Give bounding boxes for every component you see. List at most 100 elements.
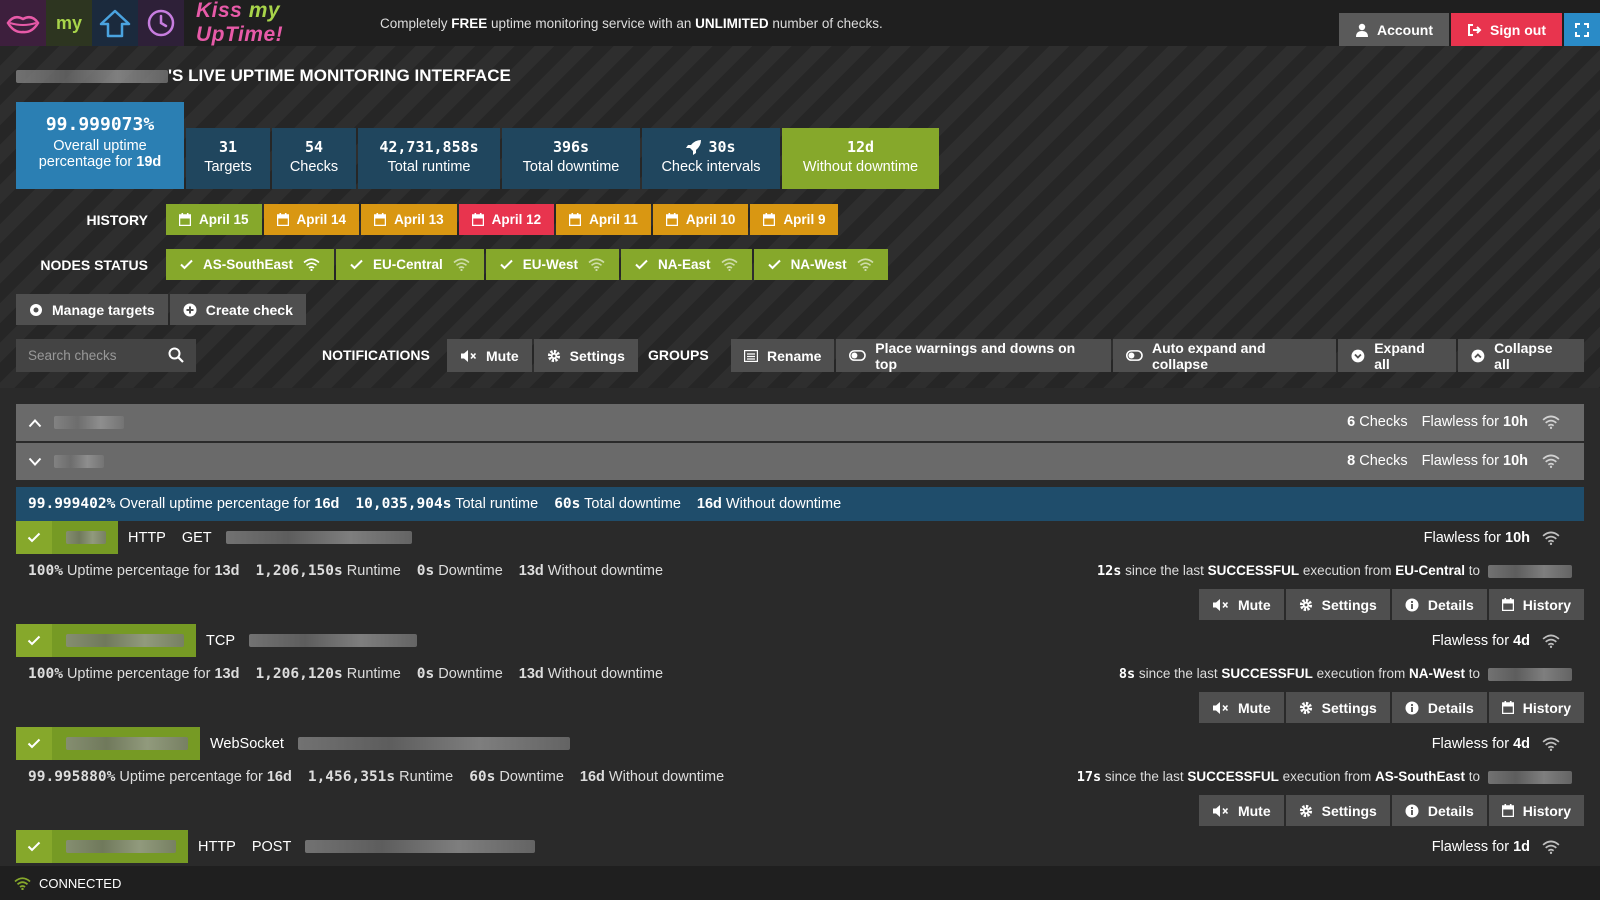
my-logo-icon[interactable]: my [46, 0, 92, 46]
clock-icon[interactable] [138, 0, 184, 46]
exec-text: 12s since the last SUCCESSFUL execution … [1097, 563, 1480, 579]
check-uptime-label: Uptime percentage for [62, 666, 215, 682]
redacted-group-name [54, 416, 124, 429]
signout-button[interactable]: Sign out [1451, 13, 1562, 46]
check-settings-button[interactable]: Settings [1285, 589, 1390, 620]
check-downtime-value: 0s [416, 563, 435, 579]
check-downtime: 0s Downtime [417, 666, 503, 682]
check-header: HTTP POST [16, 830, 536, 863]
history-day-button[interactable]: April 13 [361, 204, 457, 235]
warnings-on-top-toggle[interactable]: Place warnings and downs on top [836, 339, 1112, 372]
exec-text-2: execution from [1278, 769, 1375, 784]
check-mute-button[interactable]: Mute [1198, 692, 1284, 723]
gear-icon [1299, 598, 1312, 611]
node-status-button[interactable]: AS-SouthEast [166, 249, 335, 280]
check-row: WebSocket Flawless for 4d 99.995880% Upt… [16, 727, 1584, 828]
check-protocol: HTTP [198, 838, 236, 855]
check-uptime-value: 100% [28, 563, 63, 579]
calendar-icon [569, 213, 582, 226]
notification-settings-button[interactable]: Settings [533, 339, 638, 372]
check-name[interactable] [52, 830, 188, 863]
top-actions: Account Sign out [1339, 13, 1600, 46]
check-history-button[interactable]: History [1488, 589, 1584, 620]
node-status-button[interactable]: EU-West [485, 249, 620, 280]
history-day-button[interactable]: April 10 [652, 204, 749, 235]
check-downtime-label: Downtime [434, 563, 503, 579]
expand-all-button[interactable]: Expand all [1338, 339, 1457, 372]
group-header[interactable]: 6 Checks Flawless for 10h [16, 404, 1584, 441]
stat-without-downtime: 12d Without downtime [782, 128, 939, 189]
check-details-label: Details [1427, 802, 1474, 819]
rename-group-button[interactable]: Rename [731, 339, 835, 372]
wifi-icon [453, 258, 470, 271]
check-last-execution: 8s since the last SUCCESSFUL execution f… [1119, 666, 1572, 682]
auto-expand-label: Auto expand and collapse [1151, 339, 1266, 372]
group-checks-count-label: Checks [1359, 414, 1408, 430]
history-day-button[interactable]: April 14 [263, 204, 360, 235]
check-settings-button[interactable]: Settings [1285, 692, 1390, 723]
lips-logo-icon[interactable] [0, 0, 46, 46]
brand-my: my [248, 0, 281, 22]
check-history-button[interactable]: History [1488, 795, 1584, 826]
mute-notifications-button[interactable]: Mute [447, 339, 532, 372]
group-summary-right: 8 Checks Flawless for 10h [1347, 453, 1560, 469]
account-button[interactable]: Account [1339, 13, 1449, 46]
check-details-button[interactable]: Details [1391, 795, 1487, 826]
node-status-button[interactable]: EU-Central [336, 249, 484, 280]
brand-logo[interactable]: Kiss my UpTime! [196, 0, 366, 47]
exec-text-3: to [1464, 563, 1480, 578]
check-name[interactable] [52, 727, 200, 760]
check-name[interactable] [52, 521, 118, 554]
stat-value: 99.999073% [45, 114, 155, 135]
nodes-status: AS-SouthEast EU-Central EU-West NA-East … [166, 249, 888, 280]
history-day-button[interactable]: April 12 [458, 204, 555, 235]
check-mute-button[interactable]: Mute [1198, 589, 1284, 620]
check-header: TCP [16, 624, 417, 657]
collapse-all-button[interactable]: Collapse all [1458, 339, 1584, 372]
check-name[interactable] [52, 624, 196, 657]
check-history-button[interactable]: History [1488, 692, 1584, 723]
create-check-button[interactable]: Create check [169, 294, 306, 325]
history-day-button[interactable]: April 15 [166, 204, 262, 235]
group-checks-count-value: 8 [1347, 453, 1356, 469]
group-downtime-value: 60s [554, 496, 581, 512]
check-downtime: 60s Downtime [469, 769, 564, 785]
redacted-check-url [305, 840, 536, 853]
node-status-button[interactable]: NA-East [621, 249, 752, 280]
node-status-button[interactable]: NA-West [753, 249, 888, 280]
node-label: NA-East [658, 257, 711, 272]
search-placeholder: Search checks [28, 348, 117, 363]
group-header[interactable]: 8 Checks Flawless for 10h [16, 443, 1584, 480]
wifi-icon [14, 876, 31, 890]
check-icon [27, 841, 41, 852]
check-settings-button[interactable]: Settings [1285, 795, 1390, 826]
auto-expand-toggle[interactable]: Auto expand and collapse [1113, 339, 1337, 372]
group-uptime: 99.999402% Overall uptime percentage for… [28, 496, 339, 512]
group-flawless: Flawless for 10h [1422, 414, 1528, 430]
fullscreen-button[interactable] [1564, 13, 1600, 46]
check-mute-label: Mute [1237, 699, 1271, 716]
check-uptime: 100% Uptime percentage for 13d [28, 563, 239, 579]
history-day-button[interactable]: April 9 [750, 204, 839, 235]
check-details-button[interactable]: Details [1391, 589, 1487, 620]
exec-seconds: 12s [1096, 563, 1122, 579]
notifications-label: NOTIFICATIONS [322, 347, 430, 363]
search-input[interactable]: Search checks [16, 339, 196, 372]
check-uptime-days: 13d [214, 563, 240, 579]
check-row: TCP Flawless for 4d 100% Uptime percenta… [16, 624, 1584, 725]
check-details-button[interactable]: Details [1391, 692, 1487, 723]
stat-overall-uptime: 99.999073% Overall uptime percentage for… [16, 102, 184, 189]
tagline-free: FREE [451, 15, 488, 31]
check-stats: 99.995880% Uptime percentage for 16d 1,4… [28, 769, 724, 785]
check-method: POST [251, 838, 292, 855]
history-day-button[interactable]: April 11 [556, 204, 651, 235]
create-check-label: Create check [205, 301, 293, 318]
check-mute-button[interactable]: Mute [1198, 795, 1284, 826]
check-wd-value: 13d [518, 563, 544, 579]
chevron-down-circle-icon [1351, 349, 1365, 362]
home-icon[interactable] [92, 0, 138, 46]
manage-targets-button[interactable]: Manage targets [16, 294, 168, 325]
stat-label: Without downtime [802, 159, 919, 175]
tagline: Completely FREE uptime monitoring servic… [380, 16, 883, 31]
group-summary-bar: 99.999402% Overall uptime percentage for… [16, 487, 1584, 521]
